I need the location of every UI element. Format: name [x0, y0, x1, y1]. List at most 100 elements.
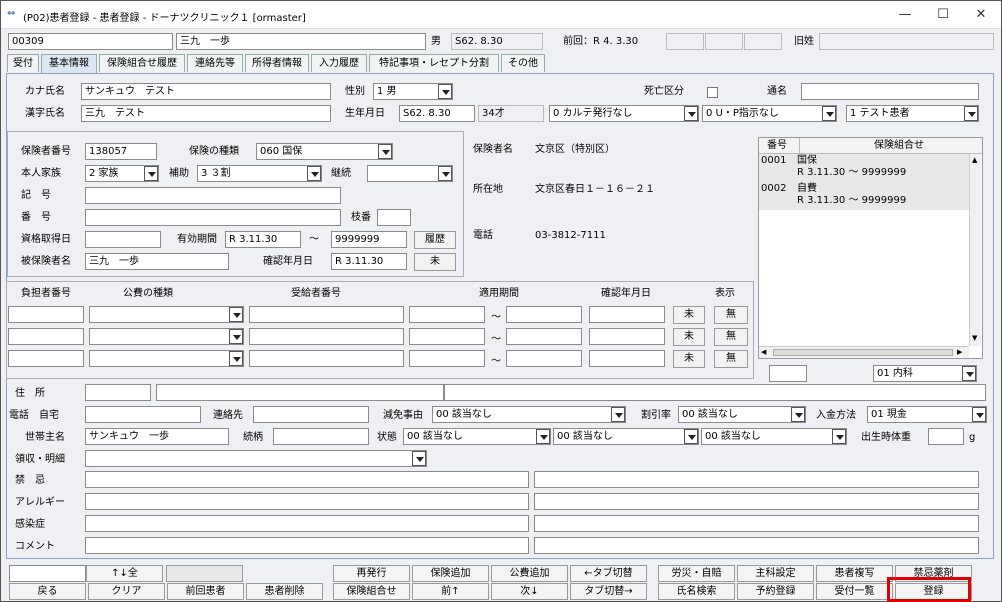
scroll-right-icon[interactable]: ▶ [957, 348, 962, 356]
reduction-select[interactable]: 00 該当なし [432, 406, 626, 423]
tab-input-history[interactable]: 入力履歴 [311, 54, 367, 72]
insured-name-field[interactable]: 三九 一歩 [85, 253, 229, 270]
confirm-date-field[interactable] [589, 306, 665, 323]
public-type-select[interactable] [89, 306, 244, 323]
period-to-field[interactable] [506, 350, 582, 367]
combo-row[interactable]: 0002 自費 R 3.11.30 ～ 9999999 [759, 182, 969, 210]
insurance-type-select[interactable]: 060 国保 [256, 143, 393, 160]
name-search-button[interactable]: 氏名検索 [658, 583, 735, 600]
period-from-field[interactable] [409, 350, 485, 367]
previous-patient-button[interactable]: 前回患者 [167, 583, 244, 600]
alias-field[interactable] [801, 83, 979, 100]
chevron-down-icon[interactable] [229, 307, 243, 322]
tab-contacts[interactable]: 連絡先等 [187, 54, 243, 72]
appointment-button[interactable]: 予約登録 [737, 583, 814, 600]
insurer-no-field[interactable]: 138057 [85, 143, 157, 160]
kana-name-field[interactable]: サンキュウ テスト [81, 83, 331, 100]
public-type-select[interactable] [89, 350, 244, 367]
chevron-down-icon[interactable] [972, 407, 986, 422]
chevron-down-icon[interactable] [144, 166, 158, 181]
confirm-date-field[interactable] [589, 350, 665, 367]
tab-special-notes[interactable]: 特記事項・レセプト分割 [369, 54, 499, 72]
chevron-down-icon[interactable] [962, 366, 976, 381]
tab-reception[interactable]: 受付 [7, 54, 39, 72]
chevron-down-icon[interactable] [832, 429, 846, 444]
contact-field[interactable] [253, 406, 369, 423]
tab-prev-button[interactable]: ←タブ切替 [570, 565, 647, 582]
department-select[interactable]: 01 内科 [873, 365, 977, 382]
recipient-no-field[interactable] [249, 350, 404, 367]
valid-from-field[interactable]: R 3.11.30 [225, 231, 301, 248]
household-head-field[interactable]: サンキュウ 一歩 [85, 428, 229, 445]
accident-button[interactable]: 労災・自賠 [658, 565, 735, 582]
main-dept-button[interactable]: 主科設定 [737, 565, 814, 582]
display-none-button[interactable]: 無 [714, 328, 748, 346]
taboo-field-2[interactable] [534, 471, 979, 488]
recipient-no-field[interactable] [249, 306, 404, 323]
insurance-combo-button[interactable]: 保険組合せ [333, 583, 410, 600]
copy-patient-button[interactable]: 患者複写 [816, 565, 893, 582]
period-from-field[interactable] [409, 306, 485, 323]
kigo-field[interactable] [85, 187, 341, 204]
scroll-left-icon[interactable]: ◀ [761, 348, 766, 356]
chevron-down-icon[interactable] [438, 84, 452, 99]
chevron-down-icon[interactable] [611, 407, 625, 422]
relationship-field[interactable] [273, 428, 369, 445]
chevron-down-icon[interactable] [307, 166, 321, 181]
display-none-button[interactable]: 無 [714, 306, 748, 324]
payer-no-field[interactable] [8, 306, 84, 323]
prev-button[interactable]: 前↑ [412, 583, 489, 600]
chevron-down-icon[interactable] [378, 144, 392, 159]
delete-patient-button[interactable]: 患者削除 [246, 583, 323, 600]
home-tel-field[interactable] [85, 406, 201, 423]
period-from-field[interactable] [409, 328, 485, 345]
function-key-input[interactable] [9, 565, 86, 582]
chevron-down-icon[interactable] [964, 106, 978, 121]
vertical-scrollbar[interactable]: ▲ ▼ [969, 154, 981, 346]
acquired-date-field[interactable] [85, 231, 161, 248]
minimize-button[interactable]: — [893, 6, 917, 24]
add-insurance-button[interactable]: 保険追加 [412, 565, 489, 582]
comment-field-1[interactable] [85, 537, 529, 554]
horizontal-scrollbar[interactable]: ◀ ▶ [759, 346, 969, 358]
chevron-down-icon[interactable] [536, 429, 550, 444]
status-select-3[interactable]: 00 該当なし [701, 428, 847, 445]
reissue-button[interactable]: 再発行 [333, 565, 410, 582]
tab-other[interactable]: その他 [501, 54, 545, 72]
allergy-field-2[interactable] [534, 493, 979, 510]
payer-no-field[interactable] [8, 328, 84, 345]
karte-select[interactable]: 0 カルテ発行なし [549, 105, 699, 122]
dept-blank-field[interactable] [769, 365, 807, 382]
dob-field[interactable]: S62. 8.30 [399, 105, 475, 122]
status-select-2[interactable]: 00 該当なし [553, 428, 699, 445]
tab-basic-info[interactable]: 基本情報 [41, 54, 97, 73]
payer-no-field[interactable] [8, 350, 84, 367]
unconfirmed-button[interactable]: 未 [673, 350, 705, 368]
death-checkbox[interactable] [707, 87, 718, 98]
maximize-button[interactable]: ☐ [931, 6, 955, 24]
address-field-1[interactable] [156, 384, 444, 401]
chevron-down-icon[interactable] [438, 166, 452, 181]
birth-weight-field[interactable] [928, 428, 964, 445]
continuation-select[interactable] [367, 165, 453, 182]
scroll-thumb[interactable] [773, 349, 953, 356]
next-button[interactable]: 次↓ [491, 583, 568, 600]
tab-income-holder[interactable]: 所得者情報 [245, 54, 309, 72]
receipt-select[interactable] [85, 450, 427, 467]
clear-button[interactable]: クリア [88, 583, 165, 600]
comment-field-2[interactable] [534, 537, 979, 554]
postal-code-field[interactable] [85, 384, 151, 401]
unconfirmed-button[interactable]: 未 [414, 253, 456, 271]
confirm-date-field[interactable]: R 3.11.30 [331, 253, 407, 270]
taboo-field-1[interactable] [85, 471, 529, 488]
chevron-down-icon[interactable] [684, 106, 698, 121]
display-none-button[interactable]: 無 [714, 350, 748, 368]
chevron-down-icon[interactable] [822, 106, 836, 121]
public-type-select[interactable] [89, 328, 244, 345]
up-select[interactable]: 0 U・P指示なし [702, 105, 837, 122]
unconfirmed-button[interactable]: 未 [673, 328, 705, 346]
combo-row[interactable]: 0001 国保 R 3.11.30 ～ 9999999 [759, 154, 969, 182]
aid-select[interactable]: 3 ３割 [197, 165, 322, 182]
chevron-down-icon[interactable] [229, 351, 243, 366]
chevron-down-icon[interactable] [791, 407, 805, 422]
